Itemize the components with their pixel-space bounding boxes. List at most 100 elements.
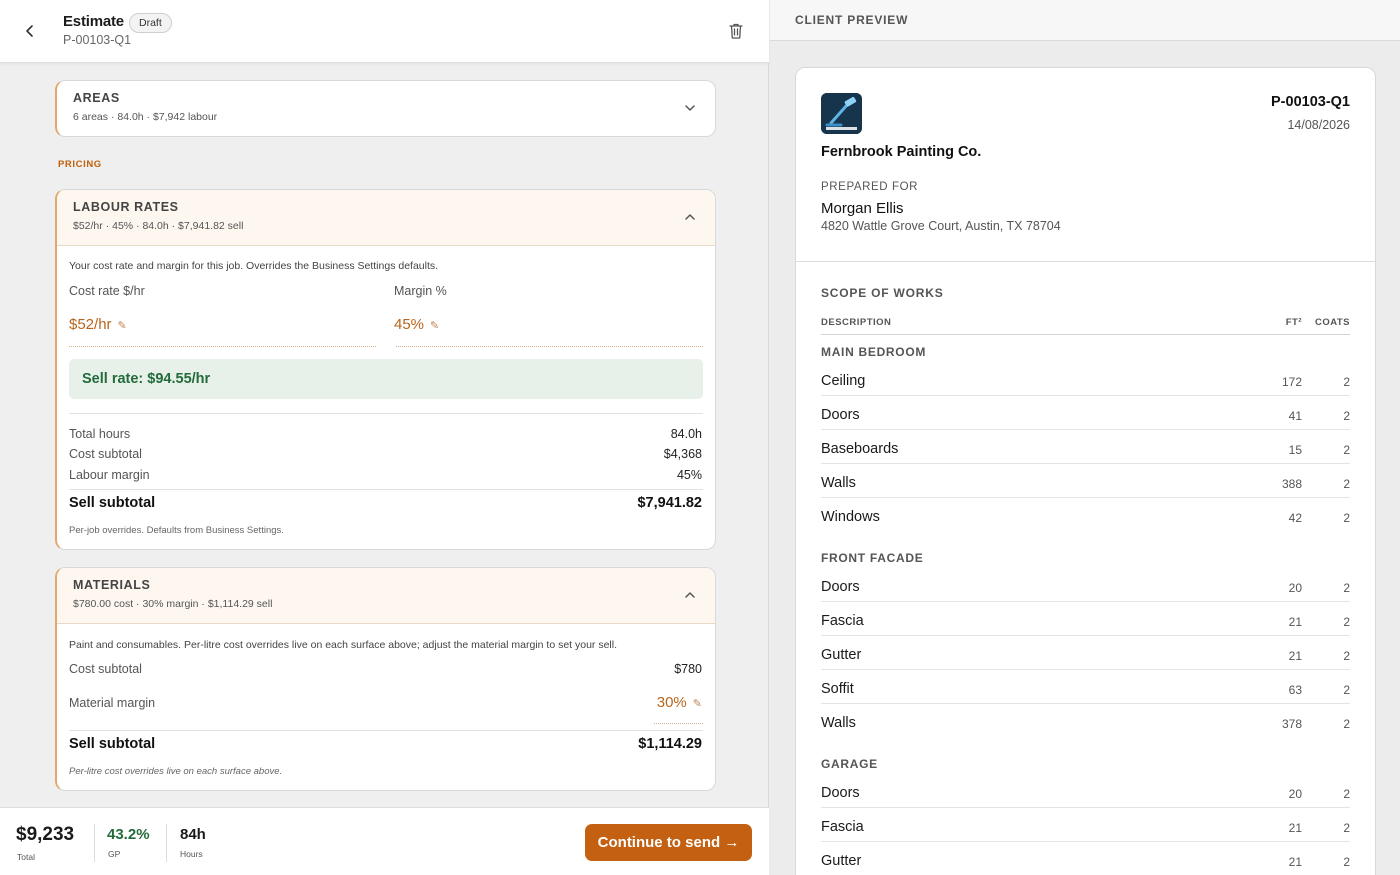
hours-label: Hours (180, 849, 203, 859)
section-label-pricing: PRICING (58, 159, 102, 170)
scope-item-name: Doors (821, 579, 860, 595)
client-name: Morgan Ellis (821, 200, 904, 217)
scope-item-coats: 2 (1343, 477, 1350, 491)
material-margin-field[interactable]: 30% ✎ (657, 694, 702, 711)
material-margin-value: 30% (656, 694, 687, 711)
material-margin-underline (654, 723, 703, 724)
status-badge: Draft (129, 13, 172, 33)
row-divider (821, 497, 1350, 498)
prepared-for-label: PREPARED FOR (821, 181, 919, 193)
margin-label: Margin % (394, 284, 447, 298)
row-divider (821, 841, 1350, 842)
preview-label: CLIENT PREVIEW (795, 13, 909, 27)
cost-rate-value: $52/hr (69, 316, 112, 333)
chevron-down-icon (685, 105, 695, 111)
gp-value: 43.2% (107, 826, 150, 843)
row-divider (821, 429, 1350, 430)
scope-item-name: Fascia (821, 613, 864, 629)
labour-margin-value: 45% (676, 468, 702, 482)
labour-rates-card: LABOUR RATES $52/hr · 45% · 84.0h · $7,9… (55, 189, 716, 550)
scope-group-heading: MAIN BEDROOM (821, 345, 927, 359)
estimate-editor-pane: Estimate Draft P-00103-Q1 AREAS 6 areas … (0, 0, 769, 875)
client-address: 4820 Wattle Grove Court, Austin, TX 7870… (821, 219, 1061, 233)
sell-subtotal-value: $7,941.82 (637, 495, 702, 511)
scope-item-coats: 2 (1343, 855, 1350, 869)
cost-rate-field[interactable]: $52/hr ✎ (69, 316, 127, 333)
row-divider (821, 463, 1350, 464)
scope-item-name: Gutter (821, 853, 862, 869)
scope-item-name: Doors (821, 407, 860, 423)
scope-item-name: Ceiling (821, 373, 866, 389)
row-divider (821, 807, 1350, 808)
back-arrow-icon (26, 25, 33, 37)
divider (69, 730, 703, 731)
scope-group-heading: GARAGE (821, 757, 878, 771)
total-label: Total (17, 852, 35, 862)
row-divider (821, 635, 1350, 636)
pencil-icon: ✎ (117, 320, 127, 332)
scope-item-coats: 2 (1343, 375, 1350, 389)
scope-item-coats: 2 (1343, 821, 1350, 835)
pencil-icon: ✎ (692, 698, 702, 710)
labour-description: Your cost rate and margin for this job. … (69, 260, 439, 272)
scope-item-name: Baseboards (821, 441, 899, 457)
scope-item-ft: 388 (1281, 477, 1302, 491)
row-divider (821, 601, 1350, 602)
column-header-ft: FT² (1285, 317, 1302, 328)
gp-label: GP (108, 849, 121, 859)
sell-subtotal-label: Sell subtotal (69, 495, 156, 511)
cost-subtotal-value: $4,368 (663, 447, 702, 461)
scope-item-ft: 21 (1288, 615, 1302, 629)
company-logo (821, 93, 862, 134)
preview-header: CLIENT PREVIEW (770, 0, 1400, 41)
quote-id: P-00103-Q1 (63, 33, 132, 47)
materials-sell-subtotal-value: $1,114.29 (638, 736, 702, 752)
materials-toggle[interactable]: MATERIALS $780.00 cost · 30% margin · $1… (57, 568, 715, 624)
divider (69, 413, 703, 414)
row-divider (821, 703, 1350, 704)
scope-of-works-title: SCOPE OF WORKS (821, 286, 944, 300)
back-button[interactable] (18, 19, 42, 43)
company-name: Fernbrook Painting Co. (821, 144, 982, 160)
labour-rates-summary: $52/hr · 45% · 84.0h · $7,941.82 sell (73, 220, 244, 232)
sell-rate-banner: Sell rate: $94.55/hr (69, 359, 703, 399)
materials-cost-subtotal-value: $780 (674, 662, 702, 676)
labour-rates-toggle[interactable]: LABOUR RATES $52/hr · 45% · 84.0h · $7,9… (57, 190, 715, 246)
scope-item-coats: 2 (1343, 615, 1350, 629)
scope-item-coats: 2 (1343, 717, 1350, 731)
materials-sell-subtotal-label: Sell subtotal (69, 736, 156, 752)
paint-roller-icon (821, 93, 862, 134)
scope-item-ft: 172 (1281, 375, 1302, 389)
scope-item-ft: 20 (1288, 787, 1302, 801)
row-divider (821, 395, 1350, 396)
trash-icon (729, 23, 743, 39)
page-title: Estimate (63, 13, 124, 30)
quote-document: Fernbrook Painting Co. P-00103-Q1 14/08/… (795, 67, 1376, 875)
areas-card: AREAS 6 areas · 84.0h · $7,942 labour (55, 80, 716, 137)
chevron-up-icon (685, 214, 695, 220)
scope-item-coats: 2 (1343, 443, 1350, 457)
materials-note: Per-litre cost overrides live on each su… (69, 766, 283, 777)
delete-button[interactable] (725, 20, 747, 42)
scope-item-name: Gutter (821, 647, 862, 663)
scope-item-coats: 2 (1343, 581, 1350, 595)
labour-note: Per-job overrides. Defaults from Busines… (69, 525, 284, 536)
scope-item-name: Windows (821, 509, 880, 525)
materials-summary: $780.00 cost · 30% margin · $1,114.29 se… (73, 598, 273, 610)
continue-to-send-button[interactable]: Continue to send → (585, 824, 752, 861)
margin-field[interactable]: 45% ✎ (394, 316, 439, 333)
document-id: P-00103-Q1 (1271, 94, 1350, 110)
scope-item-ft: 21 (1288, 649, 1302, 663)
labour-rates-title: LABOUR RATES (73, 200, 179, 214)
scope-item-coats: 2 (1343, 787, 1350, 801)
scope-item-ft: 378 (1281, 717, 1302, 731)
row-divider (821, 669, 1350, 670)
chevron-up-icon (685, 592, 695, 598)
areas-title: AREAS (73, 91, 120, 105)
document-date: 14/08/2026 (1287, 118, 1350, 132)
areas-toggle[interactable]: AREAS 6 areas · 84.0h · $7,942 labour (57, 81, 715, 136)
hours-value: 84h (180, 826, 206, 843)
scope-item-ft: 21 (1288, 855, 1302, 869)
scope-item-coats: 2 (1343, 511, 1350, 525)
materials-cost-subtotal-label: Cost subtotal (69, 662, 142, 676)
